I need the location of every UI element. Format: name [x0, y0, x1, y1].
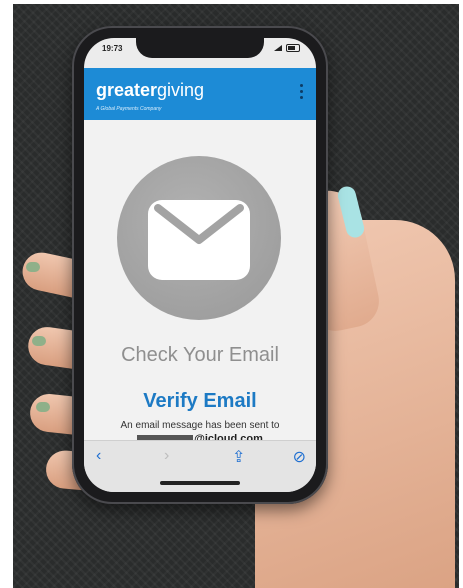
envelope-flap [148, 200, 250, 250]
share-icon[interactable]: ⇪ [232, 447, 245, 467]
status-icons [274, 44, 300, 52]
finger-nail [32, 336, 46, 346]
status-time: 19:73 [102, 44, 123, 53]
phone-notch [136, 38, 264, 58]
verify-content: Check Your Email Verify Email An email m… [84, 120, 316, 445]
check-email-heading: Check Your Email [121, 344, 279, 366]
forward-icon[interactable]: › [164, 447, 169, 465]
kebab-menu-icon[interactable] [300, 84, 304, 99]
compass-icon[interactable]: ⊘ [293, 447, 306, 467]
verify-email-heading: Verify Email [143, 390, 257, 412]
smartphone: 19:73 greatergiving A Global Payments Co… [72, 26, 328, 504]
finger-nail [36, 402, 50, 412]
phone-screen: 19:73 greatergiving A Global Payments Co… [84, 38, 316, 492]
browser-toolbar: ‹ › ⇪ ⊘ [84, 440, 316, 492]
app-header: greatergiving A Global Payments Company [84, 68, 316, 120]
battery-icon [286, 44, 300, 52]
brand-logo[interactable]: greatergiving [96, 80, 204, 101]
mail-circle [117, 156, 281, 320]
finger-nail [26, 262, 40, 272]
email-sent-message: An email message has been sent to [120, 420, 280, 431]
brand-tagline: A Global Payments Company [96, 106, 162, 112]
back-icon[interactable]: ‹ [96, 447, 101, 465]
brand-bold: greater [96, 80, 158, 100]
signal-icon [274, 45, 282, 51]
brand-light: giving [157, 80, 205, 100]
home-indicator [160, 481, 240, 485]
